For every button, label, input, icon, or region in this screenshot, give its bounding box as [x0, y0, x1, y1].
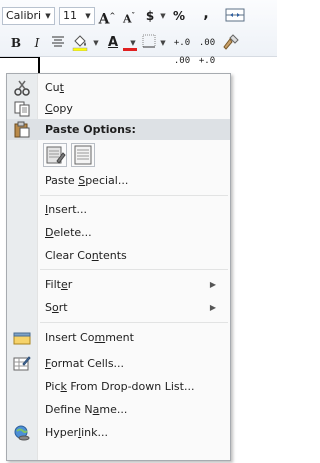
- paste-button[interactable]: [43, 143, 67, 167]
- grow-font-button[interactable]: A^: [98, 7, 116, 28]
- align-center-icon: [52, 36, 64, 47]
- menu-item-hyperlink[interactable]: Hyperlink...: [7, 422, 230, 443]
- submenu-arrow-icon: ▶: [209, 280, 216, 289]
- font-color-button[interactable]: A: [104, 33, 122, 51]
- menu-item-label: Cut: [45, 81, 64, 94]
- currency-button[interactable]: $: [143, 7, 157, 25]
- menu-item-label: Delete...: [45, 226, 92, 239]
- font-name-combobox[interactable]: Calibri ▼: [2, 7, 55, 25]
- merge-center-button[interactable]: [225, 7, 245, 25]
- menu-item-label: Filter: [45, 278, 73, 291]
- menu-item-label: Format Cells...: [45, 357, 125, 370]
- merge-cells-icon: [225, 8, 245, 22]
- decrease-decimal-button[interactable]: .00 +.0: [196, 34, 218, 66]
- mini-toolbar: Calibri ▼ 11 ▼ A^ Aˇ $ ▼ % , B I ▼ A ▼ ▼…: [0, 0, 277, 66]
- menu-item-clear-contents[interactable]: Clear Contents: [7, 245, 230, 266]
- chevron-down-icon[interactable]: ▼: [82, 8, 94, 24]
- font-size-value: 11: [63, 9, 77, 22]
- paste-values-button[interactable]: [71, 143, 95, 167]
- hyperlink-globe-icon: [14, 425, 30, 441]
- paste-icon: [46, 146, 66, 164]
- menu-item-label: Pick From Drop-down List...: [45, 380, 195, 393]
- menu-item-insert-comment[interactable]: Insert Comment: [7, 327, 230, 348]
- font-name-value: Calibri: [6, 9, 42, 22]
- paste-values-icon: [74, 145, 92, 165]
- menu-item-insert[interactable]: Insert...: [7, 199, 230, 220]
- shrink-font-button[interactable]: Aˇ: [121, 7, 137, 26]
- menu-item-label: Sort: [45, 301, 68, 314]
- format-painter-icon: [223, 34, 239, 50]
- menu-item-pick-from-list[interactable]: Pick From Drop-down List...: [7, 376, 230, 397]
- clipboard-icon: [14, 121, 30, 138]
- menu-item-paste-special[interactable]: Paste Special...: [7, 170, 230, 191]
- italic-button[interactable]: I: [31, 34, 43, 52]
- menu-separator: [40, 322, 228, 323]
- font-color-letter: A: [107, 35, 119, 50]
- chevron-down-icon[interactable]: ▼: [42, 8, 54, 24]
- menu-item-cut[interactable]: Cut: [7, 77, 230, 98]
- chevron-down-icon[interactable]: ▼: [158, 7, 168, 25]
- grow-font-label: A: [98, 11, 110, 28]
- menu-item-format-cells[interactable]: Format Cells...: [7, 353, 230, 374]
- chevron-down-icon[interactable]: ▼: [91, 34, 101, 52]
- paste-options-header: Paste Options:: [7, 119, 230, 140]
- comma-style-button[interactable]: ,: [200, 5, 212, 23]
- menu-item-copy[interactable]: Copy: [7, 98, 230, 119]
- menu-separator: [40, 269, 228, 270]
- chevron-down-icon[interactable]: ▼: [128, 34, 138, 52]
- menu-item-filter[interactable]: Filter ▶: [7, 274, 230, 295]
- shrink-font-label: A: [122, 12, 132, 26]
- center-align-button[interactable]: [50, 34, 66, 52]
- fill-color-button[interactable]: [70, 33, 90, 52]
- context-menu: Cut Copy Paste Options: Paste Special...…: [6, 73, 231, 461]
- connector-line: [0, 57, 40, 58]
- copy-icon: [14, 101, 30, 117]
- bold-button[interactable]: B: [9, 34, 23, 52]
- menu-item-delete[interactable]: Delete...: [7, 222, 230, 243]
- increase-decimal-button[interactable]: +.0 .00: [171, 34, 193, 66]
- menu-separator: [40, 195, 228, 196]
- format-cells-icon: [13, 356, 31, 371]
- menu-item-label: Paste Special...: [45, 174, 129, 187]
- scissors-icon: [14, 80, 30, 96]
- font-size-combobox[interactable]: 11 ▼: [59, 7, 95, 25]
- format-painter-button[interactable]: [222, 33, 240, 51]
- menu-item-label: Insert...: [45, 203, 88, 216]
- menu-item-label: Hyperlink...: [45, 426, 109, 439]
- borders-icon: [142, 34, 156, 48]
- menu-item-label: Copy: [45, 102, 73, 115]
- chevron-down-icon[interactable]: ▼: [158, 34, 168, 52]
- paste-options-label: Paste Options:: [45, 123, 136, 136]
- submenu-arrow-icon: ▶: [209, 303, 216, 312]
- percent-button[interactable]: %: [171, 7, 187, 25]
- insert-comment-icon: [13, 332, 31, 345]
- menu-item-label: Clear Contents: [45, 249, 127, 262]
- paint-bucket-icon: [72, 35, 88, 52]
- menu-item-label: Define Name...: [45, 403, 128, 416]
- menu-item-label: Insert Comment: [45, 331, 134, 344]
- menu-item-sort[interactable]: Sort ▶: [7, 297, 230, 318]
- borders-button[interactable]: [141, 34, 157, 52]
- menu-item-define-name[interactable]: Define Name...: [7, 399, 230, 420]
